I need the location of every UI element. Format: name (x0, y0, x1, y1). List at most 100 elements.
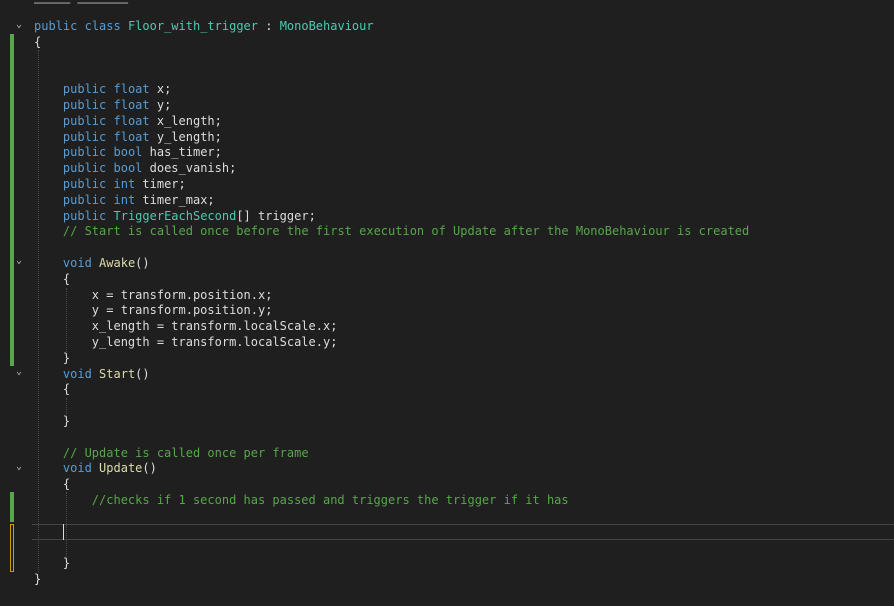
text-token: } (34, 350, 71, 365)
code-line-text: public float y; (34, 97, 171, 113)
keyword-token: void (62, 461, 92, 476)
code-line[interactable] (0, 524, 860, 540)
keyword-token: public (34, 19, 78, 33)
code-line[interactable]: x = transform.position.x; (0, 287, 860, 303)
code-line[interactable]: } (0, 413, 860, 429)
text-token: } (34, 572, 42, 586)
code-line[interactable]: public bool has_timer; (0, 144, 860, 160)
code-line[interactable]: public float y; (0, 97, 860, 113)
code-editor[interactable]: ▁▁▁▁▁ ▁▁▁▁▁▁▁ ⌄ ⌄ ⌄ ⌄ public class Floor… (0, 0, 894, 606)
code-line[interactable]: public float y_length; (0, 129, 860, 145)
code-line[interactable]: } (0, 350, 860, 366)
code-line-text: x = transform.position.x; (34, 287, 273, 303)
code-line-text: } (34, 350, 70, 366)
code-line-text: { (34, 381, 70, 397)
comment-token: // Start is called once before the first… (62, 224, 750, 239)
keyword-token: public (62, 208, 107, 223)
code-line[interactable]: public float x_length; (0, 113, 860, 129)
keyword-token: public (62, 129, 107, 144)
keyword-token: int (113, 192, 136, 207)
text-token: { (34, 382, 71, 397)
method-token: Awake (99, 256, 136, 270)
code-line-text: public bool has_timer; (34, 144, 222, 160)
code-line[interactable]: void Update() (0, 460, 860, 476)
text-token: x; (149, 82, 172, 97)
text-token: x_length; (149, 113, 222, 128)
code-line[interactable] (0, 397, 860, 413)
keyword-token: public (62, 145, 107, 160)
text-token: has_timer; (142, 145, 222, 160)
code-line-text: } (34, 413, 70, 429)
keyword-token: public (62, 82, 107, 97)
code-line[interactable]: { (0, 271, 860, 287)
code-line-text: } (34, 555, 70, 571)
keyword-token: public (62, 113, 107, 128)
comment-token: // Update is called once per frame (62, 445, 309, 460)
keyword-token: float (113, 82, 150, 97)
code-line[interactable]: public int timer; (0, 176, 860, 192)
code-line[interactable]: y_length = transform.localScale.y; (0, 334, 860, 350)
scrolled-line-fragment: ▁▁▁▁▁ ▁▁▁▁▁▁▁ (34, 0, 128, 4)
code-line[interactable] (0, 429, 860, 445)
code-line[interactable]: //checks if 1 second has passed and trig… (0, 492, 860, 508)
code-line[interactable]: public float x; (0, 81, 860, 97)
code-line-text: void Update() (34, 460, 157, 476)
code-line-text: // Update is called once per frame (34, 445, 309, 461)
code-line[interactable]: } (0, 571, 860, 587)
keyword-token: public (62, 98, 107, 112)
comment-token: //checks if 1 second has passed and trig… (91, 493, 569, 507)
code-line[interactable]: } (0, 555, 860, 571)
text-token: y_length; (149, 129, 222, 144)
code-line-text: public bool does_vanish; (34, 160, 236, 176)
text-token: y = transform.position.y; (34, 303, 273, 318)
keyword-token: void (62, 366, 92, 381)
code-line[interactable]: { (0, 34, 860, 50)
code-line-text: y = transform.position.y; (34, 302, 273, 318)
code-line-text: public class Floor_with_trigger : MonoBe… (34, 18, 374, 34)
code-line[interactable] (0, 539, 860, 555)
text-token: () (135, 256, 150, 270)
code-line[interactable] (0, 65, 860, 81)
code-line[interactable]: public bool does_vanish; (0, 160, 860, 176)
code-line[interactable]: void Awake() (0, 255, 860, 271)
code-line-text: public TriggerEachSecond[] trigger; (34, 208, 316, 224)
code-line[interactable] (0, 50, 860, 66)
type-token: Floor_with_trigger (127, 19, 258, 33)
keyword-token: bool (113, 145, 143, 160)
code-line[interactable]: x_length = transform.localScale.x; (0, 318, 860, 334)
code-line[interactable]: { (0, 381, 860, 397)
code-line[interactable] (0, 239, 860, 255)
code-line[interactable]: // Update is called once per frame (0, 445, 860, 461)
code-line[interactable]: void Start() (0, 366, 860, 382)
keyword-token: public (62, 161, 107, 176)
code-line[interactable]: public TriggerEachSecond[] trigger; (0, 208, 860, 224)
text-token: } (34, 556, 71, 571)
code-line-text: void Awake() (34, 255, 150, 271)
code-line-text: public int timer; (34, 176, 186, 192)
code-line[interactable]: { (0, 476, 860, 492)
code-line[interactable] (0, 508, 860, 524)
code-line[interactable]: // Start is called once before the first… (0, 223, 860, 239)
code-line-text: public float y_length; (34, 129, 222, 145)
code-line[interactable]: public class Floor_with_trigger : MonoBe… (0, 18, 860, 34)
keyword-token: float (113, 129, 150, 144)
code-line[interactable]: y = transform.position.y; (0, 302, 860, 318)
code-line-text: void Start() (34, 366, 150, 382)
code-line-text: y_length = transform.localScale.y; (34, 334, 338, 350)
code-line[interactable]: public int timer_max; (0, 192, 860, 208)
keyword-token: public (62, 177, 107, 191)
